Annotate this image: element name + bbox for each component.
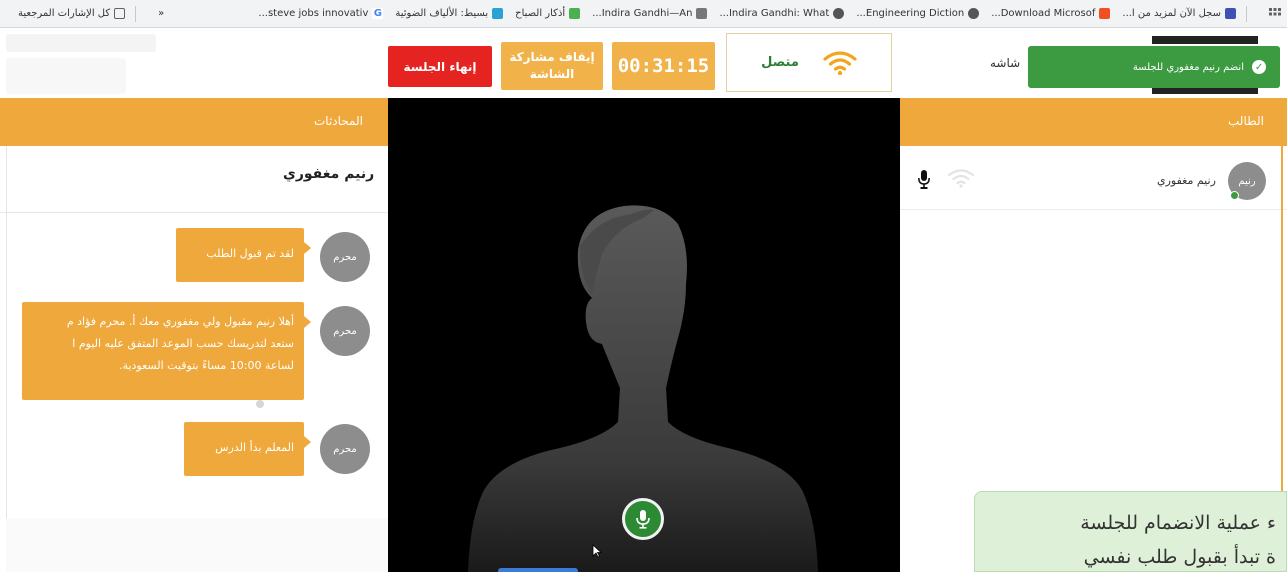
folder-icon — [114, 8, 126, 19]
bookmark-label: Indira Gandhi—An... — [592, 8, 693, 19]
bookmark-favicon-icon — [1099, 8, 1111, 19]
app-root: سجل الآن لمزيد من ا... Download Microsof… — [0, 0, 1287, 572]
bookmarks-divider — [1246, 5, 1247, 22]
bookmark-label: بسيط: الألياف الضوئية — [395, 8, 489, 19]
bookmark-item[interactable]: Gsteve jobs innovativ... — [258, 8, 384, 19]
avatar: محرم — [320, 424, 370, 474]
bookmarks-bar: سجل الآن لمزيد من ا... Download Microsof… — [0, 0, 1287, 28]
avatar: محرم — [320, 306, 370, 356]
bookmark-label: أذكار الصباح — [515, 8, 566, 19]
chevron-double-left-icon: « — [158, 8, 165, 19]
end-session-button[interactable]: إنهاء الجلسة — [388, 46, 492, 87]
more-bookmarks-button[interactable]: « — [158, 8, 164, 19]
bookmark-item[interactable]: Engineering Diction... — [856, 8, 980, 19]
chat-message-text: المعلم بدأ الدرس — [215, 441, 294, 454]
bookmarks-divider — [135, 5, 137, 22]
chat-message-line: لساعة 10:00 مساءً بتوقيت السعودية. — [119, 359, 294, 372]
mouse-cursor-icon — [592, 544, 602, 558]
microphone-icon — [636, 510, 650, 529]
bookmark-favicon-icon — [1225, 8, 1236, 19]
chat-contact-name: رنيم مغفوري — [283, 166, 375, 182]
chat-message: المعلم بدأ الدرس — [184, 422, 311, 476]
avatar: محرم — [320, 232, 370, 282]
session-toolbar: إنهاء الجلسة إيقاف مشاركة الشاشة 00:31:1… — [0, 28, 1287, 98]
connection-status-label: متصل — [761, 55, 799, 70]
bookmark-favicon-icon — [833, 8, 845, 19]
bookmark-item[interactable]: بسيط: الألياف الضوئية — [395, 8, 504, 19]
chat-input-area — [6, 518, 388, 572]
stop-sharing-label-line1: إيقاف مشاركة — [509, 50, 595, 64]
join-notification-toast: ✓ انضم رنيم مغفوري للجلسة — [1028, 46, 1280, 88]
bookmark-favicon-icon — [569, 8, 581, 19]
bookmark-label: Download Microsof... — [991, 8, 1096, 19]
session-timer: 00:31:15 — [612, 42, 715, 90]
chat-message-line: ستعد لتدريسك حسب الموعد المتفق عليه اليو… — [72, 337, 294, 350]
blurred-region — [6, 34, 156, 52]
online-status-dot — [1230, 191, 1239, 200]
caption-line: ء عملية الانضمام للجلسة — [1080, 512, 1276, 534]
bookmark-favicon-icon — [492, 8, 504, 19]
apps-grid-icon[interactable] — [1269, 7, 1281, 20]
bookmark-label: Engineering Diction... — [856, 8, 965, 19]
student-title: الطالب — [1228, 114, 1264, 128]
connection-status-box: متصل — [726, 33, 892, 92]
bookmark-label: Indira Gandhi: What... — [719, 8, 830, 19]
bookmark-item[interactable]: Indira Gandhi: What... — [719, 8, 845, 19]
wifi-icon — [823, 50, 857, 75]
bookmark-label: steve jobs innovativ... — [258, 8, 369, 19]
caption-line: ة تبدأ بقبول طلب نفسي — [1083, 546, 1276, 568]
chat-message-text: لقد تم قبول الطلب — [206, 247, 294, 260]
typing-indicator — [256, 400, 264, 408]
student-name: رنيم مغفوري — [1157, 174, 1216, 187]
all-bookmarks-label: كل الإشارات المرجعية — [18, 8, 111, 19]
screen-preview-thumbnail[interactable] — [1152, 36, 1258, 44]
video-feed[interactable] — [388, 98, 900, 572]
chat-header: رنيم مغفوري — [0, 146, 388, 213]
caption-overlay: ء عملية الانضمام للجلسة ة تبدأ بقبول طلب… — [974, 491, 1287, 572]
stop-sharing-button[interactable]: إيقاف مشاركة الشاشة — [501, 42, 603, 90]
all-bookmarks-button[interactable]: كل الإشارات المرجعية — [18, 8, 126, 19]
bookmark-item[interactable]: Download Microsof... — [991, 8, 1111, 19]
chat-message: أهلا رنيم مقبول ولي مغفوري معك أ. محرم ف… — [22, 302, 311, 400]
check-circle-icon: ✓ — [1252, 60, 1266, 74]
bookmark-label: سجل الآن لمزيد من ا... — [1122, 8, 1221, 19]
share-screen-label: شاشه — [990, 56, 1021, 70]
video-bottom-tab — [498, 568, 578, 572]
student-row[interactable]: رنيم رنيم مغفوري — [900, 146, 1287, 210]
blurred-region — [6, 58, 126, 94]
signal-strength-icon — [948, 169, 974, 188]
toast-message: انضم رنيم مغفوري للجلسة — [1132, 61, 1244, 73]
microphone-icon[interactable] — [918, 170, 930, 190]
bookmark-item[interactable]: سجل الآن لمزيد من ا... — [1122, 8, 1236, 19]
mic-toggle-button[interactable] — [622, 498, 664, 540]
google-icon: G — [372, 8, 384, 19]
bookmark-favicon-icon — [696, 8, 708, 19]
conversations-title: المحادثات — [314, 114, 363, 128]
bookmark-item[interactable]: Indira Gandhi—An... — [592, 8, 708, 19]
chat-message-line: أهلا رنيم مقبول ولي مغفوري معك أ. محرم ف… — [66, 315, 294, 328]
bookmark-favicon-icon — [968, 8, 980, 19]
chat-panel: رنيم مغفوري محرم لقد تم قبول الطلب محرم … — [0, 146, 388, 572]
bookmark-item[interactable]: أذكار الصباح — [515, 8, 581, 19]
stop-sharing-label-line2: الشاشة — [529, 67, 575, 81]
chat-message: لقد تم قبول الطلب — [176, 228, 311, 282]
